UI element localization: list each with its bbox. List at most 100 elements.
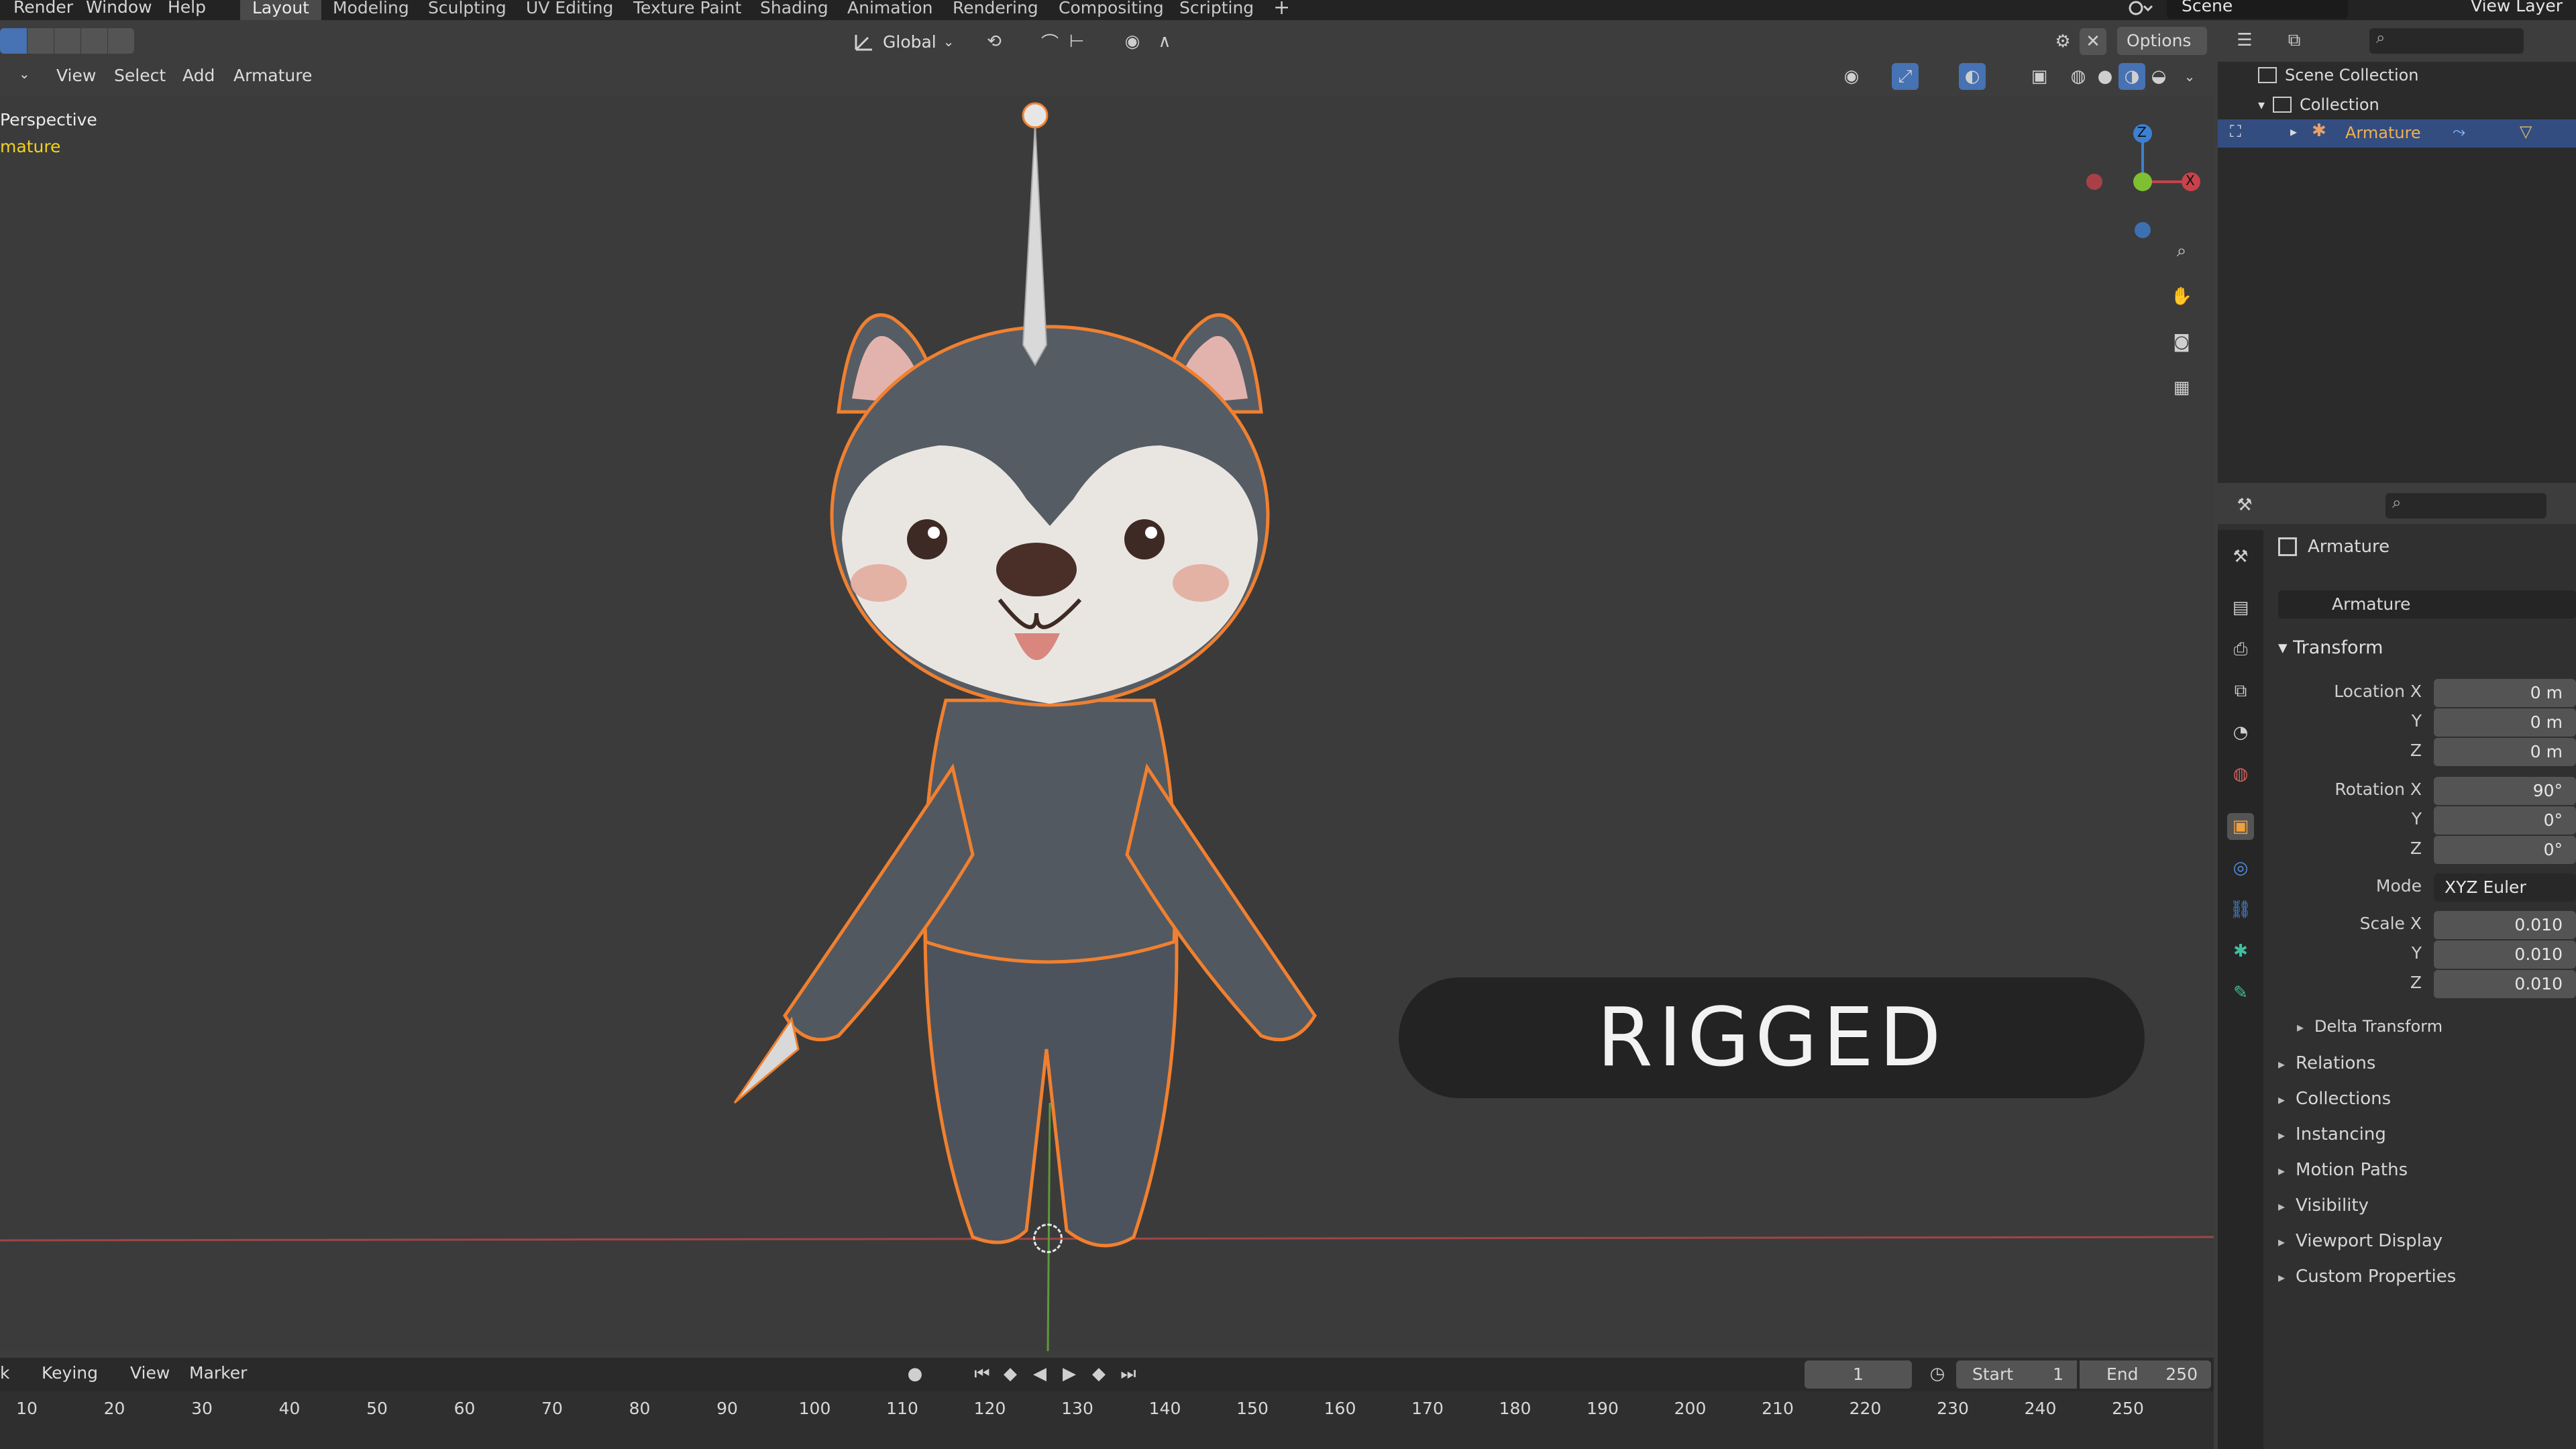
view-layer-selector[interactable]: View Layer [2415, 0, 2563, 19]
play-reverse-icon[interactable]: ◀ [1026, 1360, 1053, 1387]
timeline-menu-playback[interactable]: k [0, 1363, 9, 1383]
start-frame-field[interactable]: Start 1 [1956, 1360, 2077, 1389]
options-button[interactable]: Options ⌄ [2117, 27, 2207, 78]
camera-view-icon[interactable]: ◙ [2168, 329, 2195, 356]
viewport-display-panel[interactable]: Viewport Display [2278, 1231, 2443, 1251]
tab-shading[interactable]: Shading [748, 0, 841, 20]
pivot-point-icon[interactable]: ⟲ [981, 28, 1008, 55]
select-subtract-icon[interactable] [54, 28, 80, 54]
constraints-tab-icon[interactable]: ⛓ [2227, 896, 2254, 923]
select-invert-icon[interactable] [80, 28, 107, 54]
tab-sculpting[interactable]: Sculpting [416, 0, 519, 20]
instancing-panel[interactable]: Instancing [2278, 1124, 2386, 1144]
collection-row[interactable]: ▾ Collection [2258, 95, 2379, 114]
rendered-shading-icon[interactable]: ◒ [2145, 63, 2172, 90]
menu-view[interactable]: View [56, 66, 96, 85]
object-datablock-field[interactable]: Armature [2278, 590, 2576, 619]
view-layer-tab-icon[interactable]: ⧉ [2227, 678, 2254, 704]
wireframe-shading-icon[interactable]: ◍ [2065, 63, 2092, 90]
prev-keyframe-icon[interactable]: ◆ [997, 1360, 1024, 1387]
menu-help[interactable]: Help [168, 0, 206, 17]
filter-funnel-icon[interactable]: ▽ [2520, 122, 2532, 141]
timeline-menu-marker[interactable]: Marker [189, 1363, 247, 1383]
visibility-panel[interactable]: Visibility [2278, 1195, 2369, 1216]
menu-window[interactable]: Window [86, 0, 152, 17]
tab-layout[interactable]: Layout [240, 0, 321, 20]
armature-data-icon[interactable]: ⤳ [2453, 122, 2465, 141]
tab-animation[interactable]: Animation [835, 0, 945, 20]
scene-icon[interactable] [2127, 0, 2156, 19]
outliner-search-input[interactable]: ⌕ [2369, 28, 2524, 54]
scene-selector[interactable]: Scene [2167, 0, 2348, 19]
shading-options-chevron-icon[interactable]: ⌄ [2176, 63, 2203, 90]
location-y-field[interactable]: 0 m [2434, 708, 2576, 737]
transform-orientation[interactable]: Global ⌄ [852, 28, 973, 55]
location-x-field[interactable]: 0 m [2434, 679, 2576, 707]
3d-viewport[interactable]: Perspective mature Z X ⌕ ✋ ◙ ▦ [0, 97, 2214, 1351]
auto-keying-icon[interactable]: ● [902, 1360, 928, 1387]
select-intersect-icon[interactable] [107, 28, 134, 54]
tab-rendering[interactable]: Rendering [941, 0, 1051, 20]
collections-panel[interactable]: Collections [2278, 1089, 2391, 1109]
rotation-mode-select[interactable]: XYZ Euler [2434, 873, 2576, 902]
delta-transform-panel[interactable]: Delta Transform [2297, 1017, 2443, 1036]
gizmo-toggle-icon[interactable]: ⚙ [2049, 28, 2076, 55]
tab-scripting[interactable]: Scripting [1167, 0, 1266, 20]
output-tab-icon[interactable]: ⎙ [2227, 636, 2254, 663]
transform-panel-header[interactable]: ▾ Transform [2278, 637, 2383, 658]
object-tab-icon[interactable]: ▣ [2227, 813, 2254, 840]
armature-data-tab-icon[interactable]: ✱ [2227, 938, 2254, 965]
navigation-gizmo[interactable]: Z X [2073, 107, 2207, 241]
proportional-editing-icon[interactable]: ◉ [1119, 28, 1146, 55]
custom-properties-panel[interactable]: Custom Properties [2278, 1267, 2456, 1287]
tab-uv-editing[interactable]: UV Editing [514, 0, 625, 20]
end-frame-field[interactable]: End 250 [2080, 1360, 2211, 1389]
scene-collection-row[interactable]: Scene Collection [2258, 66, 2419, 85]
material-shading-icon[interactable]: ◑ [2118, 63, 2145, 90]
visibility-eye-icon[interactable]: ◉ [1838, 63, 1865, 90]
menu-render[interactable]: Render [13, 0, 73, 17]
relations-panel[interactable]: Relations [2278, 1053, 2375, 1073]
properties-search-input[interactable]: ⌕ [2385, 493, 2546, 519]
current-frame-field[interactable]: 1 [1805, 1360, 1912, 1389]
ortho-grid-icon[interactable]: ▦ [2168, 374, 2195, 401]
add-workspace-icon[interactable]: + [1261, 0, 1302, 20]
armature-row[interactable]: ⛶ ▸ ✱ Armature ⤳ ▽ [2218, 119, 2576, 148]
tab-compositing[interactable]: Compositing [1046, 0, 1176, 20]
rotation-x-field[interactable]: 90° [2434, 777, 2576, 805]
xray-icon[interactable]: ▣ [2026, 63, 2053, 90]
physics-tab-icon[interactable]: ◎ [2227, 855, 2254, 881]
menu-select[interactable]: Select [114, 66, 166, 85]
next-keyframe-icon[interactable]: ◆ [1085, 1360, 1112, 1387]
menu-add[interactable]: Add [182, 66, 215, 85]
select-extend-icon[interactable] [27, 28, 54, 54]
world-tab-icon[interactable]: ◍ [2227, 761, 2254, 788]
play-icon[interactable]: ▶ [1056, 1360, 1083, 1387]
timeline-menu-view[interactable]: View [130, 1363, 170, 1383]
display-mode-icon[interactable]: ☰ [2231, 27, 2258, 54]
scale-x-field[interactable]: 0.010 [2434, 911, 2576, 939]
filter-icon[interactable]: ⧉ [2281, 27, 2308, 54]
gizmos-icon[interactable]: ⤢ [1892, 63, 1919, 90]
falloff-icon[interactable]: ∧ [1151, 28, 1178, 55]
scene-tab-icon[interactable]: ◔ [2227, 719, 2254, 746]
timeline-area[interactable] [0, 1391, 2214, 1449]
tab-modeling[interactable]: Modeling [321, 0, 421, 20]
menu-armature[interactable]: Armature [233, 66, 312, 85]
select-new-icon[interactable] [0, 28, 27, 54]
location-z-field[interactable]: 0 m [2434, 738, 2576, 766]
bone-tab-icon[interactable]: ✎ [2227, 979, 2254, 1006]
timeline-menu-keying[interactable]: Keying [42, 1363, 98, 1383]
snap-increment-icon[interactable]: ⊢ [1063, 28, 1090, 55]
solid-shading-icon[interactable]: ● [2092, 63, 2118, 90]
jump-start-icon[interactable]: ⏮ [969, 1360, 996, 1387]
editor-type-icon[interactable]: ⚒ [2231, 492, 2258, 519]
tool-tab-icon[interactable]: ⚒ [2227, 543, 2254, 570]
rotation-y-field[interactable]: 0° [2434, 806, 2576, 835]
scale-y-field[interactable]: 0.010 [2434, 941, 2576, 969]
tab-texture-paint[interactable]: Texture Paint [621, 0, 753, 20]
3d-cursor-icon[interactable] [1033, 1224, 1063, 1253]
scale-z-field[interactable]: 0.010 [2434, 970, 2576, 998]
jump-end-icon[interactable]: ⏭ [1115, 1360, 1142, 1387]
motion-paths-panel[interactable]: Motion Paths [2278, 1160, 2408, 1180]
